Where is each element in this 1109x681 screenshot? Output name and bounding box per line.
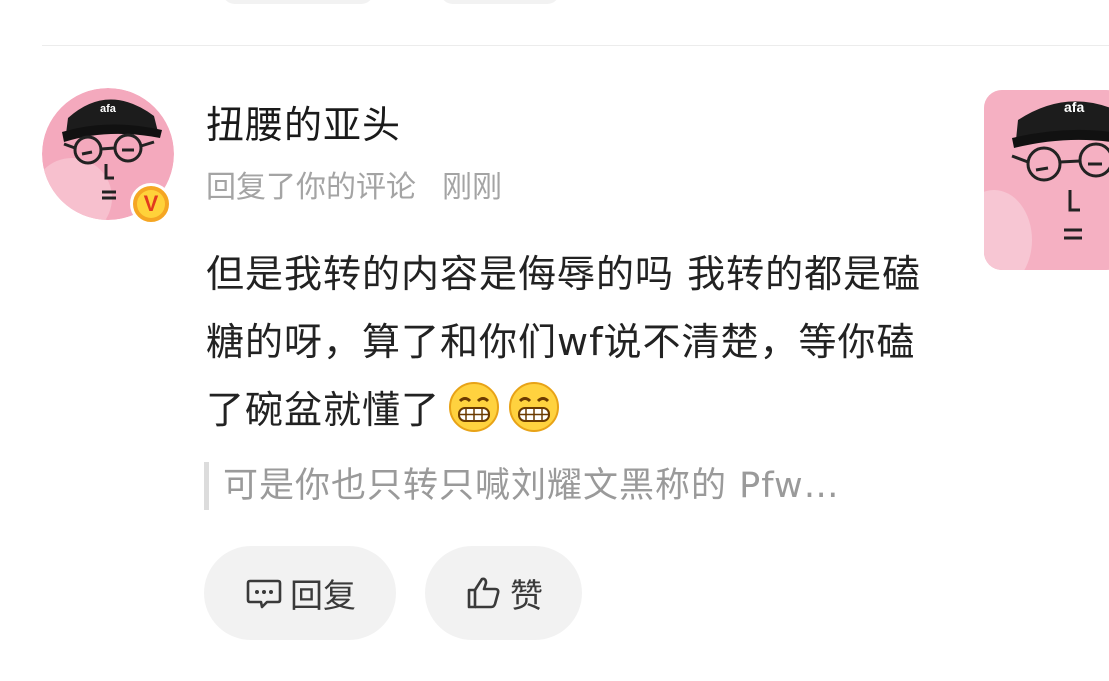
notification-screen: afa V 扭腰的亚头 回复了你的评论 刚刚 但是我转的内容是侮辱的吗 我转的都… — [0, 0, 1109, 681]
divider — [42, 45, 1109, 46]
action-text: 回复了你的评论 — [206, 170, 416, 205]
cap-logo: afa — [1064, 99, 1084, 115]
cap-logo: afa — [100, 103, 117, 115]
verified-badge: V — [130, 183, 172, 225]
comment-icon — [246, 579, 282, 609]
like-button[interactable]: 赞 — [425, 546, 582, 640]
grin-emoji-icon — [509, 382, 560, 432]
username[interactable]: 扭腰的亚头 — [206, 98, 401, 152]
comment-text: 但是我转的内容是侮辱的吗 我转的都是磕糖的呀，算了和你们wf说不清楚，等你磕了碗… — [206, 252, 922, 432]
previous-item-button[interactable] — [222, 0, 374, 4]
comment-meta: 回复了你的评论 刚刚 — [206, 166, 502, 210]
comment-content[interactable]: 但是我转的内容是侮辱的吗 我转的都是磕糖的呀，算了和你们wf说不清楚，等你磕了碗… — [206, 240, 946, 444]
previous-item-button[interactable] — [440, 0, 560, 4]
reply-button[interactable]: 回复 — [204, 546, 396, 640]
grin-emoji-icon — [449, 382, 500, 432]
thumbs-up-icon — [467, 577, 500, 609]
timestamp: 刚刚 — [442, 170, 502, 205]
thumbnail-image: afa — [984, 90, 1109, 270]
original-post-thumbnail[interactable]: afa — [984, 90, 1109, 270]
reply-label: 回复 — [290, 576, 356, 615]
quoted-comment[interactable]: 可是你也只转只喊刘耀文黑称的 Pfw… — [204, 462, 840, 510]
like-label: 赞 — [510, 576, 543, 615]
verified-badge-letter: V — [137, 190, 165, 218]
